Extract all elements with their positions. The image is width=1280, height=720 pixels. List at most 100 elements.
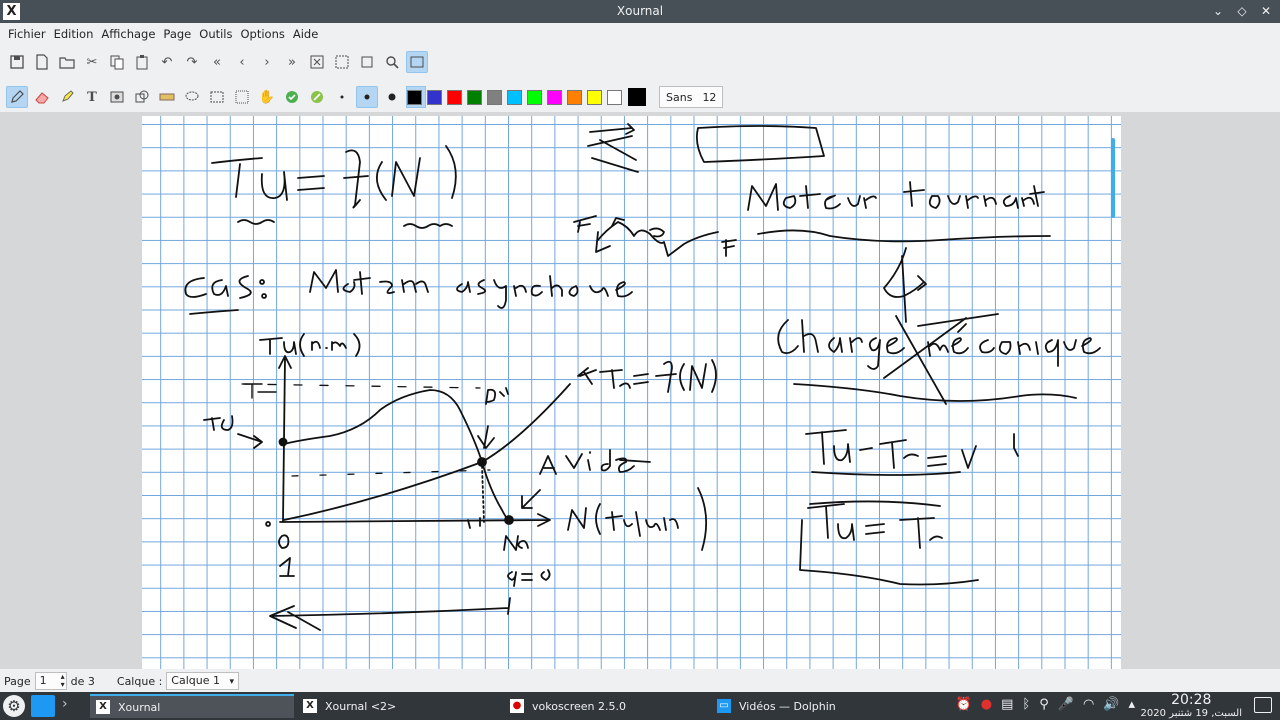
zoom-page-width-icon[interactable] [331,51,353,73]
save-icon[interactable] [6,51,28,73]
eraser-icon[interactable] [31,86,53,108]
menu-aide[interactable]: Aide [289,23,322,46]
menu-affichage[interactable]: Affichage [97,23,159,46]
font-name: Sans [666,90,693,104]
paste-icon[interactable] [131,51,153,73]
copy-icon[interactable] [106,51,128,73]
last-page-icon[interactable]: » [281,51,303,73]
layer-select[interactable]: Calque 1 ▾ [166,672,239,690]
task-xournal[interactable]: X Xournal [90,694,294,718]
color-swatch-3[interactable] [466,86,486,108]
color-swatch-7[interactable] [546,86,566,108]
task-dolphin[interactable]: ▭ Vidéos — Dolphin [711,694,915,718]
notebook-page[interactable] [142,116,1121,669]
thickness-thick-icon[interactable] [381,86,403,108]
thickness-fine-icon[interactable] [331,86,353,108]
show-desktop-icon[interactable] [1254,697,1272,713]
redo-icon[interactable]: ↷ [181,51,203,73]
title-bar: X Xournal ⌄ ◇ ✕ [0,0,1280,23]
color-swatch-10[interactable] [606,86,626,108]
color-swatch-4[interactable] [486,86,506,108]
previous-page-icon[interactable]: ‹ [231,51,253,73]
undo-icon[interactable]: ↶ [156,51,178,73]
tools-toolbar: T ✋ Sans 12 [0,84,1280,110]
thickness-medium-icon[interactable] [356,86,378,108]
task-xournal-2[interactable]: X Xournal <2> [297,694,501,718]
color-chip [607,89,622,105]
keep-above-icon[interactable]: ◇ [1234,3,1250,19]
microphone-icon[interactable]: 🎤 [1058,697,1074,712]
color-swatch-0[interactable] [406,86,426,108]
vertical-scrollbar[interactable] [1111,120,1117,669]
system-tray: ⏰ ● ▤ ᛒ ⚲ 🎤 ◠ 🔊 ▴ [956,697,1135,712]
record-icon[interactable]: ● [981,697,992,712]
ruler-icon[interactable] [156,86,178,108]
canvas-area[interactable] [0,112,1280,669]
menu-edition[interactable]: Edition [50,23,98,46]
vokoscreen-icon: ● [510,699,524,713]
bluetooth-icon[interactable]: ᛒ [1022,697,1030,712]
volume-icon[interactable]: 🔊 [1103,697,1119,712]
rect-select-icon[interactable] [206,86,228,108]
default-tools-icon[interactable] [306,86,328,108]
first-page-icon[interactable]: « [206,51,228,73]
menu-outils[interactable]: Outils [195,23,236,46]
color-chip [447,89,462,105]
status-bar: Page 1 ▴ ▾ de 3 Calque : Calque 1 ▾ [0,670,1280,692]
task-label: vokoscreen 2.5.0 [532,699,626,713]
color-swatch-9[interactable] [586,86,606,108]
usb-icon[interactable]: ⚲ [1039,697,1049,712]
page-spin-icon[interactable]: ▴ ▾ [61,673,65,689]
chevron-down-icon: ▾ [229,677,234,687]
zoom-search-icon[interactable] [381,51,403,73]
color-chip [467,89,482,105]
clock-time: 20:28 [1171,692,1212,708]
font-size: 12 [702,90,717,104]
color-swatch-8[interactable] [566,86,586,108]
tray-expand-icon[interactable]: ▴ [1128,697,1135,712]
color-swatch-5[interactable] [506,86,526,108]
taskbar: ⚙ › X Xournal X Xournal <2> ● vokoscreen… [0,692,1280,720]
close-icon[interactable]: ✕ [1258,3,1274,19]
menu-fichier[interactable]: Fichier [4,23,50,46]
fullscreen-icon[interactable] [406,51,428,73]
cut-icon[interactable]: ✂ [81,51,103,73]
menu-page[interactable]: Page [159,23,195,46]
hand-tool-icon[interactable]: ✋ [256,86,278,108]
clipboard-icon[interactable]: ▤ [1001,697,1013,712]
next-page-icon[interactable]: › [256,51,278,73]
task-vokoscreen[interactable]: ● vokoscreen 2.5.0 [504,694,708,718]
default-pen-icon[interactable] [281,86,303,108]
color-swatch-1[interactable] [426,86,446,108]
highlighter-icon[interactable] [56,86,78,108]
menu-options[interactable]: Options [237,23,289,46]
current-color-icon[interactable] [626,86,648,108]
zoom-100-icon[interactable] [356,51,378,73]
scrollbar-thumb[interactable] [1111,138,1115,218]
pen-icon[interactable] [6,86,28,108]
lasso-select-icon[interactable] [181,86,203,108]
clock[interactable]: 20:28 السبت, 19 شتنبر 2020 [1141,692,1242,720]
vertical-space-icon[interactable] [231,86,253,108]
new-document-icon[interactable] [31,51,53,73]
network-icon[interactable]: ◠ [1083,697,1094,712]
shape-recognizer-icon[interactable] [131,86,153,108]
color-chip [527,89,542,105]
open-folder-icon[interactable] [56,51,78,73]
text-tool-icon[interactable]: T [81,86,103,108]
application-launcher-icon[interactable]: ⚙ [3,695,25,717]
task-label: Vidéos — Dolphin [739,699,836,713]
color-swatch-2[interactable] [446,86,466,108]
dolphin-launcher-icon[interactable] [31,695,55,717]
chevron-right-icon[interactable]: › [62,696,68,712]
color-chip [587,89,602,105]
minimize-icon[interactable]: ⌄ [1210,3,1226,19]
page-number-value: 1 [39,674,47,687]
page-number-input[interactable]: 1 ▴ ▾ [34,672,67,690]
task-label: Xournal <2> [325,699,397,713]
font-button[interactable]: Sans 12 [659,86,724,108]
image-tool-icon[interactable] [106,86,128,108]
zoom-fit-icon[interactable] [306,51,328,73]
color-swatch-6[interactable] [526,86,546,108]
alarm-icon[interactable]: ⏰ [956,697,972,712]
